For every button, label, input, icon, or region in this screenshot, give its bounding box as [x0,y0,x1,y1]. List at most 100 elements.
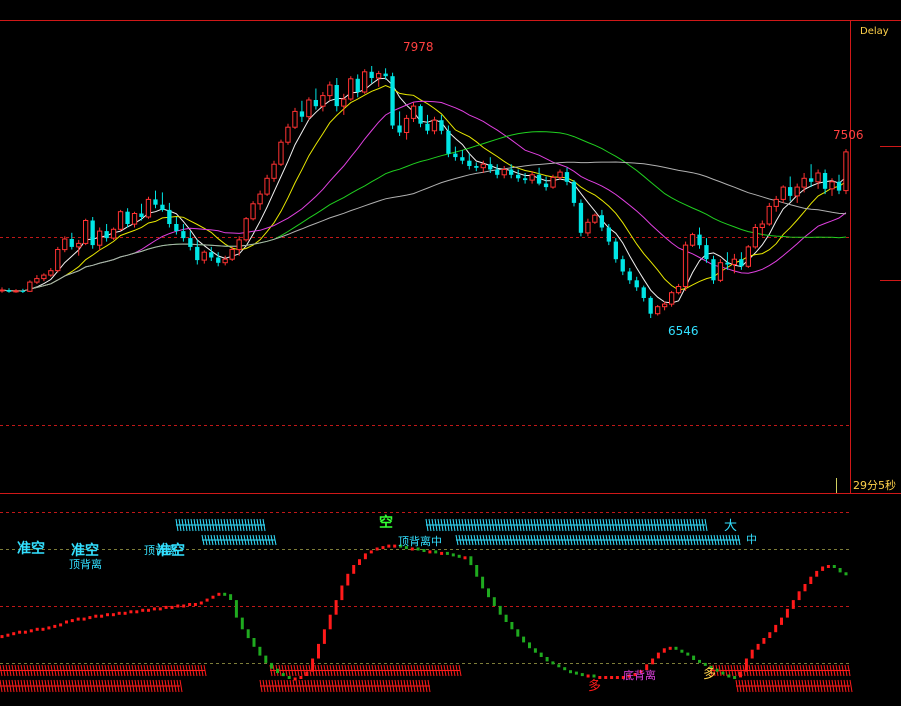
candle-body [773,198,779,207]
price-label-high: 7978 [403,40,434,54]
candle-body [264,177,270,195]
indicator-step [451,553,455,557]
candle-body [711,259,716,281]
candle-body [48,270,54,276]
candle-body [641,287,646,298]
indicator-step [12,632,16,636]
indicator-step [352,565,356,574]
candle-body [390,76,395,126]
indicator-step [440,551,444,555]
indicator-step [182,604,186,608]
upper-band [455,534,741,546]
candle-body [704,245,709,260]
indicator-step [516,629,520,637]
candle-body [320,95,326,107]
signal-label: 准空 [17,540,45,557]
indicator-step [545,657,549,662]
indicator-step [422,549,426,552]
signal-label: 准空 [157,542,185,559]
candle-body [675,286,682,294]
candle-body [355,78,360,92]
indicator-step [123,611,127,615]
ma10-line [1,85,847,292]
indicator-step [258,646,262,656]
candle-body [278,141,284,165]
candle-body [299,111,305,117]
lower-band [0,664,207,677]
candle-body [216,257,221,263]
indicator-step [111,613,115,617]
candle-body [397,125,402,133]
indicator-step [117,611,121,615]
band-hatch [179,679,183,693]
indicator-step [785,608,789,618]
indicator-step [88,616,92,620]
timeframe-label: 29分5秒 [853,478,896,492]
candle-body [717,262,724,281]
indicator-step [94,614,98,618]
indicator-step [522,636,526,643]
indicator-step [586,674,590,678]
candle-body [34,278,40,283]
indicator-step [82,617,86,621]
indicator-step [557,664,561,668]
candle-body [201,251,207,261]
lower-band [709,664,851,677]
candle-body [20,290,26,292]
indicator-step [656,652,660,659]
indicator-step [35,627,39,631]
candle-body [236,239,242,251]
indicator-step [651,658,655,665]
indicator-step [686,652,690,656]
lower-band [0,679,183,693]
indicator-step [574,671,578,675]
candle-body [585,221,591,234]
indicator-step [821,566,825,571]
indicator-step [744,658,748,672]
candle-body [794,186,800,197]
candle-body [69,239,74,247]
candle-body [131,213,138,225]
indicator-step [129,610,133,614]
candle-body [55,249,61,272]
indicator-step [170,605,174,609]
indicator-step [539,652,543,657]
indicator-step [469,556,473,566]
indicator-step [100,614,104,618]
candle-body [543,183,549,188]
indicator-step [774,624,778,633]
candle-body [592,214,598,223]
indicator-step [223,592,227,596]
candle-body [243,218,249,241]
indicator-step [41,627,45,631]
delay-label: Delay [860,26,889,37]
candlesticks [0,66,849,318]
indicator-step [387,544,391,548]
indicator-step [533,648,537,653]
indicator-step [53,624,57,628]
indicator-step [528,642,531,649]
indicator-step [715,668,719,672]
candle-body [285,126,291,143]
candle-body [174,224,179,231]
lower-band [269,664,462,677]
indicator-step [188,603,192,606]
candle-body [209,252,214,258]
candle-body [160,204,165,210]
indicator-step [276,668,279,674]
indicator-step [498,605,502,615]
candle-body [376,73,382,79]
indicator-step [322,629,326,644]
indicator-step [393,544,397,548]
indicator-step [510,622,514,630]
indicator-step [76,617,80,621]
candle-body [153,199,158,205]
lower-band [259,679,431,693]
candle-body [104,231,109,239]
indicator-step [252,638,256,647]
candle-body [843,151,849,192]
band-hatch [849,679,853,693]
indicator-step [281,673,285,677]
indicator-step [698,659,701,663]
candle-body [599,215,604,228]
